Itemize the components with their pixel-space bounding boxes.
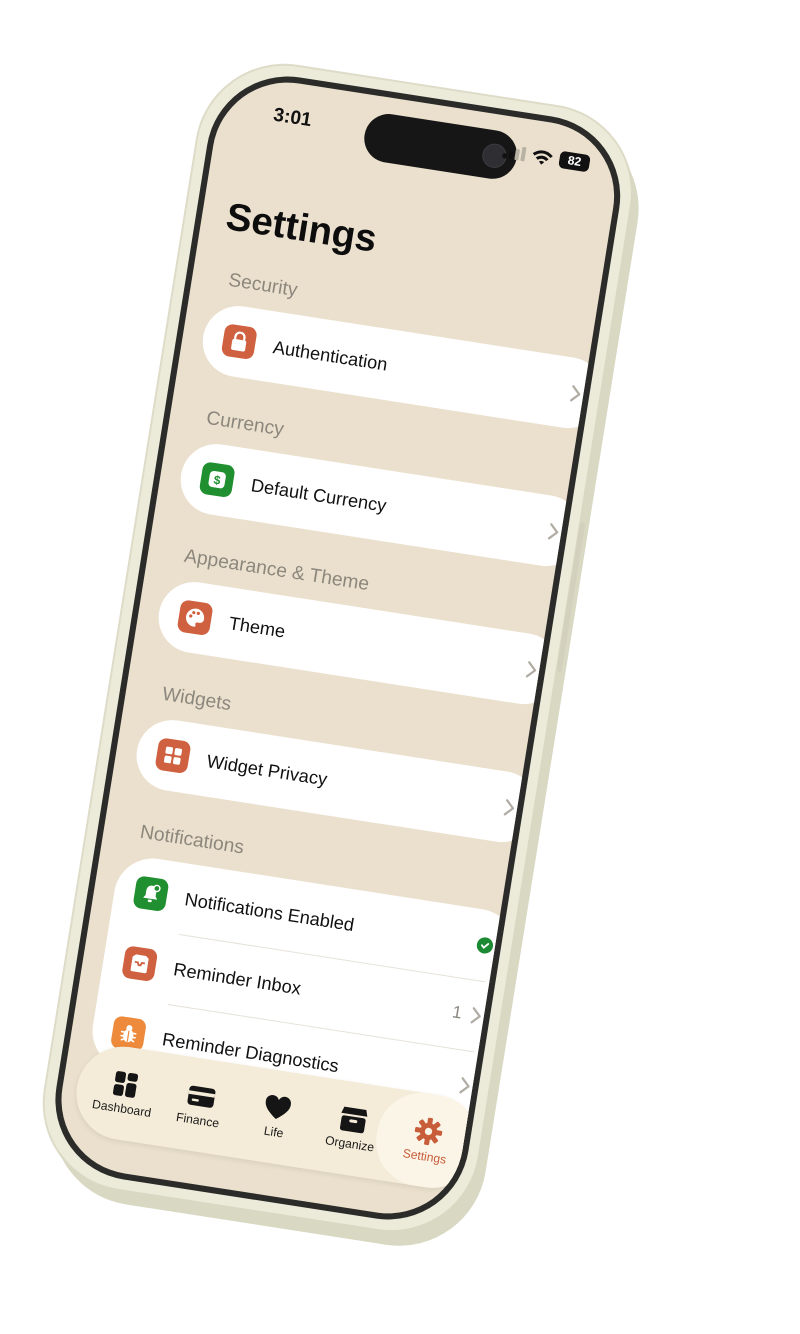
- row-label: Widget Privacy: [205, 750, 329, 790]
- gear-icon: [414, 1117, 443, 1146]
- chevron-right-icon: [459, 1077, 470, 1094]
- box-icon: [339, 1106, 368, 1134]
- mockup-stage: 3:01 82 Settings Security Authentication…: [0, 0, 800, 1334]
- chevron-right-icon: [547, 523, 559, 540]
- grid-icon: [154, 737, 192, 775]
- settings-row-theme[interactable]: Theme: [153, 577, 564, 709]
- row-label: Reminder Inbox: [172, 958, 303, 999]
- heart-icon: [265, 1094, 291, 1120]
- chevron-right-icon: [503, 799, 515, 816]
- settings-row-default-currency[interactable]: $ Default Currency: [176, 439, 587, 571]
- chevron-right-icon: [525, 661, 537, 678]
- card-icon: [187, 1085, 216, 1108]
- battery-icon: 82: [558, 150, 591, 173]
- tab-label: Dashboard: [91, 1096, 153, 1121]
- page-title: Settings: [223, 195, 380, 261]
- chevron-right-icon: [570, 385, 581, 402]
- inbox-icon: [121, 945, 159, 983]
- section-label-notifications: Notifications: [138, 821, 246, 859]
- chevron-right-icon: [470, 1007, 481, 1024]
- row-label: Theme: [227, 612, 287, 642]
- row-label: Default Currency: [249, 474, 388, 516]
- phone-screen: 3:01 82 Settings Security Authentication…: [50, 72, 626, 1224]
- status-time: 3:01: [271, 104, 314, 132]
- inbox-count-badge: 1: [450, 1002, 464, 1023]
- lock-icon: [220, 323, 258, 361]
- tab-life[interactable]: Life: [232, 1065, 321, 1168]
- row-label: Notifications Enabled: [183, 888, 356, 935]
- section-label-currency: Currency: [204, 407, 286, 441]
- check-icon: [475, 936, 495, 955]
- tab-finance[interactable]: Finance: [156, 1054, 245, 1157]
- dynamic-island: [360, 110, 521, 183]
- wifi-icon: [532, 149, 553, 165]
- settings-row-authentication[interactable]: Authentication: [198, 301, 609, 433]
- section-label-security: Security: [226, 269, 299, 302]
- dollar-icon: $: [198, 461, 236, 499]
- currency-card: $ Default Currency: [175, 439, 587, 572]
- bell-icon: [132, 875, 170, 913]
- section-label-widgets: Widgets: [160, 683, 233, 716]
- widgets-card: Widget Privacy: [131, 715, 543, 848]
- tab-dashboard[interactable]: Dashboard: [80, 1042, 169, 1145]
- row-label: Authentication: [271, 336, 390, 375]
- signal-icon: [502, 144, 527, 161]
- tab-label: Settings: [401, 1146, 448, 1167]
- status-icons: 82: [502, 142, 591, 173]
- appearance-card: Theme: [153, 577, 565, 710]
- phone-mockup: 3:01 82 Settings Security Authentication…: [32, 53, 644, 1243]
- security-card: Authentication: [197, 301, 609, 434]
- dashboard-icon: [112, 1071, 139, 1098]
- palette-icon: [176, 599, 214, 637]
- tab-label: Life: [262, 1123, 285, 1141]
- settings-row-widget-privacy[interactable]: Widget Privacy: [131, 715, 542, 847]
- tab-label: Finance: [175, 1109, 221, 1131]
- tab-label: Organize: [324, 1133, 376, 1155]
